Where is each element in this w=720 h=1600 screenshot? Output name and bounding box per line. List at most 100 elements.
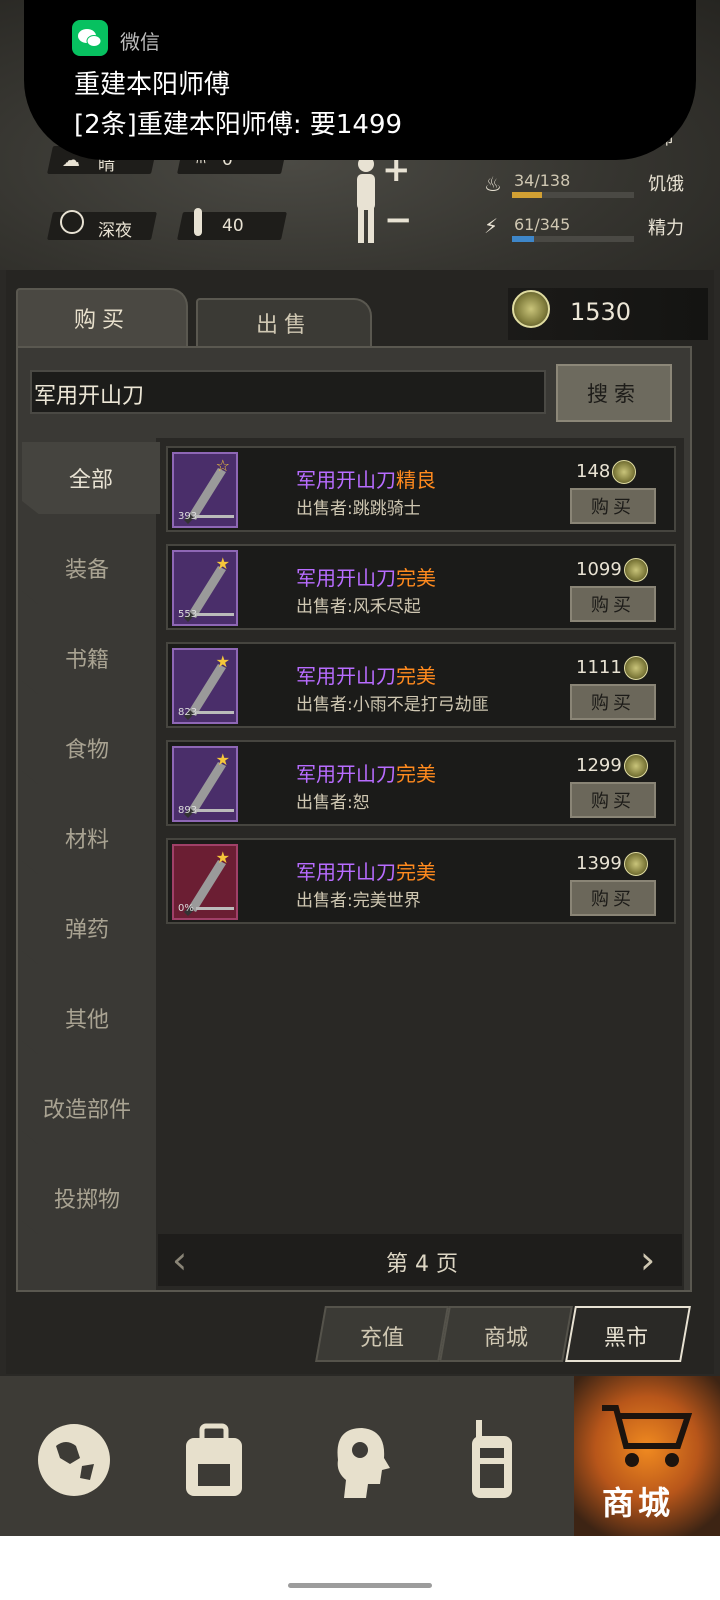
item-seller: 出售者:小雨不是打弓劫匪 bbox=[296, 695, 489, 715]
temperature-text: 40 bbox=[222, 216, 244, 236]
thermometer-icon bbox=[194, 208, 202, 236]
clock-icon bbox=[60, 210, 84, 234]
buy-button[interactable]: 购买 bbox=[570, 684, 656, 720]
list-item[interactable]: ☆ 393 军用开山刀精良 出售者:跳跳骑士 148 购买 bbox=[166, 446, 676, 532]
hunger-bar-fill bbox=[512, 192, 542, 198]
notification-message: [2条]重建本阳师傅: 要1499 bbox=[74, 110, 403, 140]
list-item[interactable]: ★ 0% 军用开山刀完美 出售者:完美世界 1399 购买 bbox=[166, 838, 676, 924]
body-silhouette-icon[interactable] bbox=[352, 155, 380, 245]
tab-buy[interactable]: 购买 bbox=[16, 288, 188, 346]
durability-bar bbox=[196, 613, 234, 616]
globe-icon[interactable] bbox=[34, 1420, 114, 1500]
item-price: 148 bbox=[576, 460, 637, 484]
buy-button[interactable]: 购买 bbox=[570, 782, 656, 818]
tab-blackmarket[interactable]: 黑市 bbox=[604, 1320, 648, 1352]
item-price: 1399 bbox=[576, 852, 648, 876]
item-name: 军用开山刀完美 bbox=[296, 762, 436, 786]
durability-bar bbox=[196, 515, 234, 518]
search-text: 军用开山刀 bbox=[34, 384, 145, 409]
star-icon: ☆ bbox=[215, 456, 230, 475]
buy-button[interactable]: 购买 bbox=[570, 586, 656, 622]
tab-recharge[interactable]: 充值 bbox=[360, 1320, 404, 1352]
item-name: 军用开山刀精良 bbox=[296, 468, 436, 492]
item-name: 军用开山刀完美 bbox=[296, 566, 436, 590]
item-name: 军用开山刀完美 bbox=[296, 664, 436, 688]
minus-icon[interactable]: − bbox=[384, 200, 413, 240]
star-icon: ★ bbox=[215, 652, 230, 671]
coin-icon bbox=[612, 460, 637, 484]
item-seller: 出售者:跳跳骑士 bbox=[296, 499, 421, 519]
machete-icon: ☆ 393 bbox=[172, 452, 238, 528]
search-button[interactable]: 搜索 bbox=[556, 364, 672, 422]
item-name: 军用开山刀完美 bbox=[296, 860, 436, 884]
coin-icon bbox=[623, 656, 648, 680]
coin-balance: 1530 bbox=[570, 298, 632, 326]
shop-nav-label: 商城 bbox=[602, 1484, 675, 1522]
radio-icon[interactable] bbox=[462, 1420, 542, 1500]
backpack-icon[interactable] bbox=[174, 1420, 254, 1500]
item-seller: 出售者:恕 bbox=[296, 793, 370, 813]
coin-icon bbox=[512, 290, 550, 328]
item-level: 893 bbox=[178, 805, 198, 816]
hunger-value: 34/138 bbox=[514, 171, 571, 190]
list-item[interactable]: ★ 553 军用开山刀完美 出售者:风禾尽起 1099 购买 bbox=[166, 544, 676, 630]
head-skills-icon[interactable] bbox=[318, 1420, 398, 1500]
energy-bar-fill bbox=[512, 236, 534, 242]
machete-icon: ★ 0% bbox=[172, 844, 238, 920]
category-throwables[interactable]: 投掷物 bbox=[22, 1162, 152, 1234]
hunger-label: 饥饿 bbox=[648, 174, 684, 195]
buy-button[interactable]: 购买 bbox=[570, 488, 656, 524]
page-indicator: 第 4 页 bbox=[386, 1252, 458, 1277]
category-materials[interactable]: 材料 bbox=[22, 802, 152, 874]
buy-button[interactable]: 购买 bbox=[570, 880, 656, 916]
machete-icon: ★ 823 bbox=[172, 648, 238, 724]
home-indicator[interactable] bbox=[288, 1583, 432, 1588]
category-ammo[interactable]: 弹药 bbox=[22, 892, 152, 964]
stomach-icon: ♨ bbox=[484, 172, 502, 196]
system-nav-area bbox=[0, 1536, 720, 1600]
prev-page-chevron-icon[interactable]: ‹ bbox=[172, 1238, 187, 1282]
star-icon: ★ bbox=[215, 554, 230, 573]
item-price: 1299 bbox=[576, 754, 648, 778]
category-books[interactable]: 书籍 bbox=[22, 622, 152, 694]
coin-icon bbox=[623, 558, 648, 582]
shop-nav-button[interactable]: 商城 bbox=[574, 1376, 720, 1536]
category-all[interactable]: 全部 bbox=[22, 442, 160, 514]
notification-app: 微信 bbox=[120, 30, 160, 54]
energy-label: 精力 bbox=[648, 218, 684, 239]
category-food[interactable]: 食物 bbox=[22, 712, 152, 784]
item-level: 0% bbox=[178, 903, 194, 914]
wechat-icon bbox=[72, 20, 108, 56]
tab-mall[interactable]: 商城 bbox=[484, 1320, 528, 1352]
category-equipment[interactable]: 装备 bbox=[22, 532, 152, 604]
list-item[interactable]: ★ 823 军用开山刀完美 出售者:小雨不是打弓劫匪 1111 购买 bbox=[166, 642, 676, 728]
time-text: 深夜 bbox=[98, 221, 132, 241]
star-icon: ★ bbox=[215, 750, 230, 769]
item-price: 1099 bbox=[576, 558, 648, 582]
durability-bar bbox=[196, 711, 234, 714]
category-other[interactable]: 其他 bbox=[22, 982, 152, 1054]
durability-bar bbox=[196, 809, 234, 812]
item-seller: 出售者:完美世界 bbox=[296, 891, 421, 911]
coin-icon bbox=[623, 852, 648, 876]
energy-bar bbox=[512, 236, 634, 242]
machete-icon: ★ 553 bbox=[172, 550, 238, 626]
item-level: 553 bbox=[178, 609, 198, 620]
energy-value: 61/345 bbox=[514, 215, 571, 234]
hunger-bar bbox=[512, 192, 634, 198]
category-mods[interactable]: 改造部件 bbox=[22, 1072, 152, 1144]
notification-title: 重建本阳师傅 bbox=[74, 70, 231, 100]
item-level: 393 bbox=[178, 511, 198, 522]
notification-banner[interactable]: 微信 重建本阳师傅 [2条]重建本阳师傅: 要1499 bbox=[24, 0, 696, 160]
tab-sell[interactable]: 出售 bbox=[196, 298, 372, 346]
item-seller: 出售者:风禾尽起 bbox=[296, 597, 421, 617]
energy-icon: ⚡ bbox=[484, 214, 499, 238]
item-level: 823 bbox=[178, 707, 198, 718]
list-item[interactable]: ★ 893 军用开山刀完美 出售者:恕 1299 购买 bbox=[166, 740, 676, 826]
next-page-chevron-icon[interactable]: › bbox=[640, 1238, 655, 1282]
machete-icon: ★ 893 bbox=[172, 746, 238, 822]
item-price: 1111 bbox=[576, 656, 648, 680]
durability-bar bbox=[196, 907, 234, 910]
coin-icon bbox=[623, 754, 648, 778]
star-icon: ★ bbox=[215, 848, 230, 867]
